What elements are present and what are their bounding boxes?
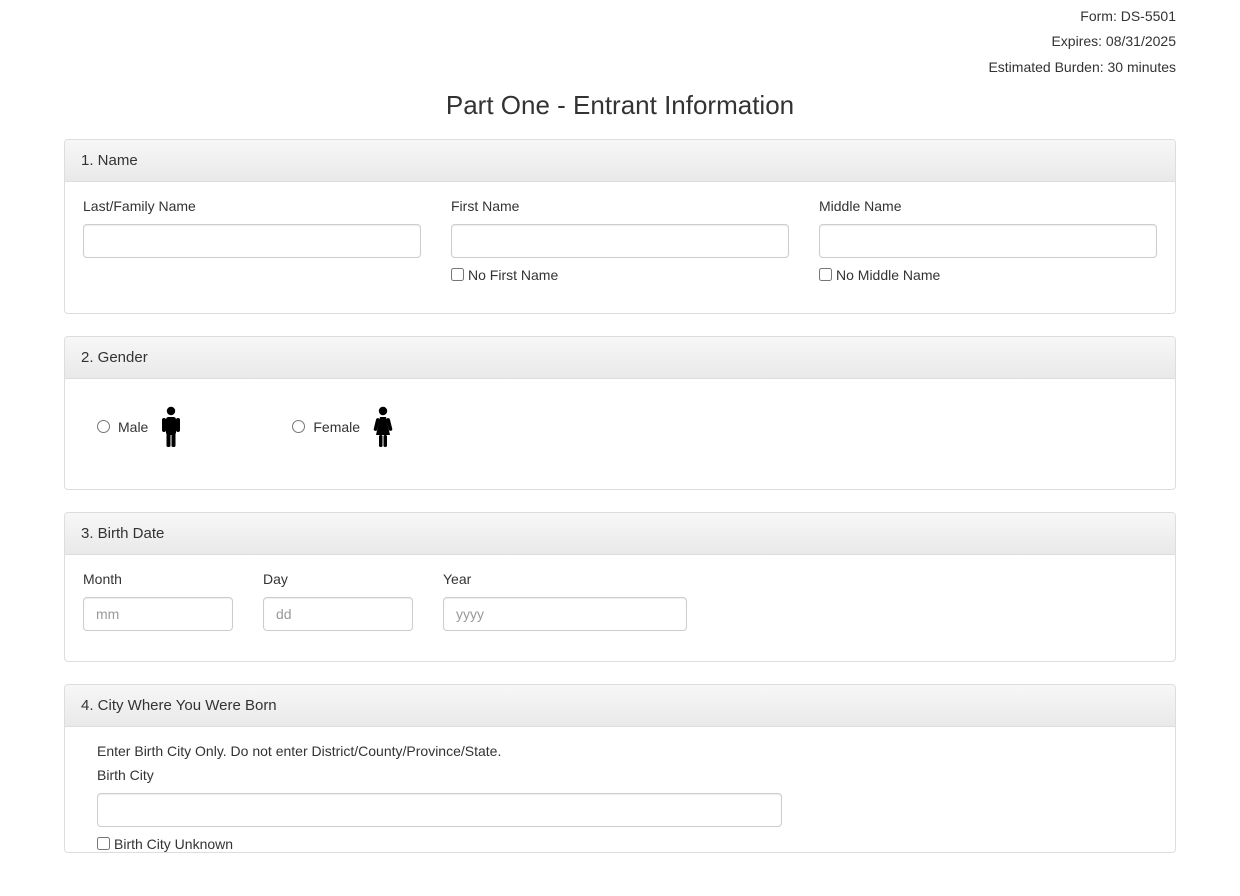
gender-female-label: Female — [313, 419, 360, 435]
last-name-label: Last/Family Name — [83, 198, 421, 214]
section-gender: 2. Gender Male — [64, 336, 1176, 490]
female-icon — [372, 405, 394, 449]
middle-name-input[interactable] — [819, 224, 1157, 258]
day-input[interactable] — [263, 597, 413, 631]
first-name-label: First Name — [451, 198, 789, 214]
section-birth-date: 3. Birth Date Month Day Year — [64, 512, 1176, 662]
birth-city-instruction: Enter Birth City Only. Do not enter Dist… — [97, 743, 1157, 759]
no-first-name-label: No First Name — [468, 267, 558, 283]
month-label: Month — [83, 571, 233, 587]
year-input[interactable] — [443, 597, 687, 631]
page-title: Part One - Entrant Information — [64, 90, 1176, 121]
form-meta: Form: DS-5501 Expires: 08/31/2025 Estima… — [64, 6, 1176, 82]
section-birth-city-heading: 4. City Where You Were Born — [65, 685, 1175, 727]
day-label: Day — [263, 571, 413, 587]
birth-city-unknown-checkbox[interactable] — [97, 837, 110, 850]
gender-male-label: Male — [118, 419, 148, 435]
form-expires: Expires: 08/31/2025 — [64, 31, 1176, 56]
gender-female-radio[interactable] — [292, 420, 305, 433]
middle-name-label: Middle Name — [819, 198, 1157, 214]
male-icon — [160, 405, 182, 449]
form-burden: Estimated Burden: 30 minutes — [64, 57, 1176, 82]
section-name: 1. Name Last/Family Name First Name No F… — [64, 139, 1176, 314]
birth-city-unknown-label: Birth City Unknown — [114, 836, 233, 852]
birth-city-label: Birth City — [97, 767, 1157, 783]
month-input[interactable] — [83, 597, 233, 631]
gender-male-radio[interactable] — [97, 420, 110, 433]
section-name-heading: 1. Name — [65, 140, 1175, 182]
section-birth-date-heading: 3. Birth Date — [65, 513, 1175, 555]
no-first-name-checkbox[interactable] — [451, 268, 464, 281]
form-number: Form: DS-5501 — [64, 6, 1176, 31]
year-label: Year — [443, 571, 687, 587]
last-name-input[interactable] — [83, 224, 421, 258]
birth-city-input[interactable] — [97, 793, 782, 827]
section-birth-city: 4. City Where You Were Born Enter Birth … — [64, 684, 1176, 853]
section-gender-heading: 2. Gender — [65, 337, 1175, 379]
no-middle-name-checkbox[interactable] — [819, 268, 832, 281]
no-middle-name-label: No Middle Name — [836, 267, 940, 283]
first-name-input[interactable] — [451, 224, 789, 258]
